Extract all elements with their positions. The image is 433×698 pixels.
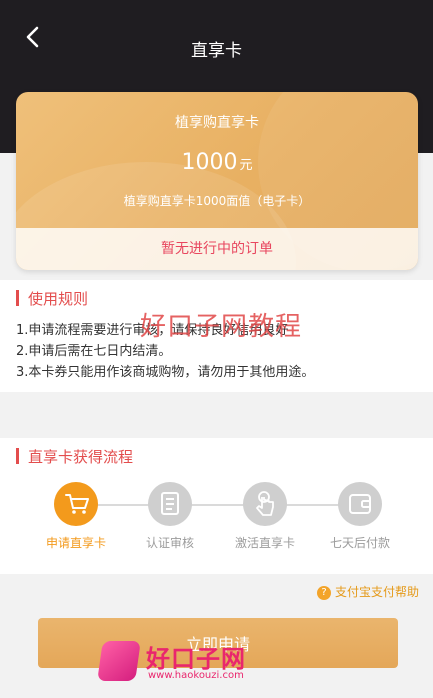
- step-pay: 七天后付款: [315, 482, 405, 551]
- cart-icon: [54, 482, 98, 526]
- page-title: 直享卡: [191, 41, 242, 61]
- hand-touch-icon: [243, 482, 287, 526]
- site-logo: 好口子网 www.haokouzi.com: [97, 639, 270, 695]
- card-description: 植享购直享卡1000面值（电子卡）: [123, 194, 311, 208]
- alipay-help-link[interactable]: ? 支付宝支付帮助: [316, 583, 419, 600]
- help-label: 支付宝支付帮助: [334, 585, 419, 599]
- step-apply: 申请直享卡: [31, 482, 121, 551]
- step-activate: 激活直享卡: [220, 482, 310, 551]
- step-label: 申请直享卡: [45, 536, 106, 550]
- wallet-icon: [338, 482, 382, 526]
- direct-card: 植享购直享卡 1000 元 植享购直享卡1000面值（电子卡） 暂无进行中的订单: [16, 92, 418, 270]
- flow-steps: 申请直享卡 认证审核 激活直享卡 七天后付款: [0, 482, 433, 572]
- document-icon: [148, 482, 192, 526]
- card-amount-value: 1000: [181, 150, 238, 175]
- card-name: 植享购直享卡: [175, 115, 259, 131]
- rule-item: 2.申请后需在七日内结清。: [16, 344, 172, 359]
- flow-section: 直享卡获得流程 申请直享卡 认证审核 激活直享卡 七天后付款: [0, 438, 433, 574]
- step-label: 认证审核: [145, 536, 194, 550]
- logo-mark-icon: [97, 641, 141, 681]
- card-amount: 1000 元: [16, 150, 418, 175]
- step-label: 七天后付款: [329, 536, 390, 550]
- step-label: 激活直享卡: [234, 536, 295, 550]
- question-icon: ?: [316, 586, 331, 600]
- logo-brand: 好口子网: [146, 645, 246, 673]
- card-amount-unit: 元: [239, 158, 253, 173]
- logo-url: www.haokouzi.com: [148, 670, 244, 681]
- watermark-text: 好口子网教程: [140, 312, 303, 342]
- step-review: 认证审核: [125, 482, 215, 551]
- order-status-bar[interactable]: 暂无进行中的订单: [16, 228, 418, 270]
- flow-title: 直享卡获得流程: [16, 446, 133, 467]
- rules-title: 使用规则: [16, 288, 88, 309]
- rule-item: 3.本卡券只能用作该商城购物，请勿用于其他用途。: [16, 365, 315, 380]
